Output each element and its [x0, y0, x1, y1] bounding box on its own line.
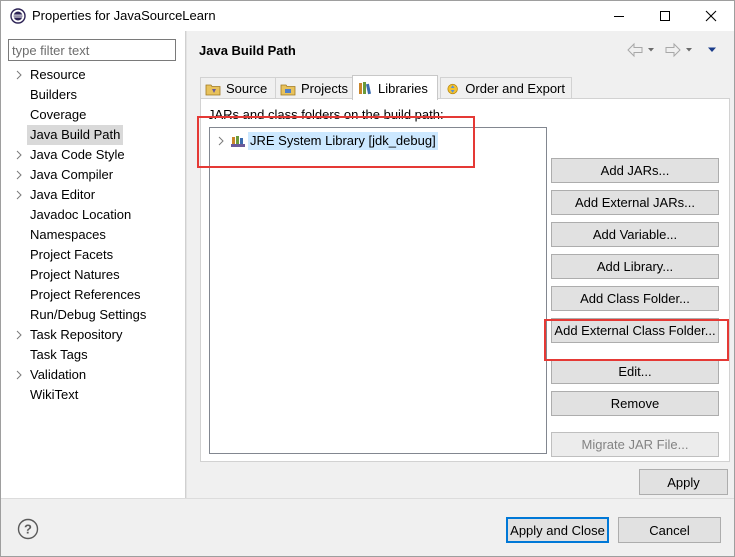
properties-dialog: Properties for JavaSourceLearn Resource … — [0, 0, 735, 557]
tree-item-label: Namespaces — [30, 227, 106, 242]
tab-label: Source — [226, 81, 268, 96]
window-title: Properties for JavaSourceLearn — [32, 8, 216, 23]
library-entry-label: JRE System Library [jdk_debug] — [248, 132, 438, 150]
tab-projects[interactable]: Projects — [275, 77, 355, 99]
tree-item-label: Coverage — [30, 107, 87, 122]
tree-item-label: Java Compiler — [30, 167, 114, 182]
cancel-button[interactable]: Cancel — [618, 517, 721, 543]
chevron-right-icon[interactable] — [216, 136, 226, 146]
tab-libraries[interactable]: Libraries — [352, 75, 438, 100]
libraries-tree[interactable]: JRE System Library [jdk_debug] — [209, 127, 547, 454]
tab-label: Libraries — [378, 80, 428, 96]
tab-source[interactable]: Source — [200, 77, 278, 99]
filter-input[interactable] — [8, 39, 176, 61]
projects-icon — [280, 84, 296, 95]
tab-label: Order and Export — [465, 81, 565, 96]
add-jars-button[interactable]: Add JARs... — [551, 158, 719, 183]
tree-item-java-compiler[interactable]: Java Compiler — [1, 165, 185, 185]
eclipse-app-icon — [10, 8, 26, 24]
history-navigation — [624, 41, 724, 59]
library-entry-row[interactable]: JRE System Library [jdk_debug] — [210, 131, 546, 151]
tree-item-run-debug-settings[interactable]: Run/Debug Settings — [1, 305, 185, 325]
tree-item-label: Project Facets — [30, 247, 114, 262]
chevron-right-icon[interactable] — [14, 190, 24, 200]
tree-item-label: Task Repository — [30, 327, 123, 342]
chevron-right-icon[interactable] — [14, 370, 24, 380]
bottom-separator — [1, 498, 734, 499]
chevron-right-icon[interactable] — [14, 70, 24, 80]
tree-item-label: Project References — [30, 287, 141, 302]
close-icon — [705, 10, 717, 22]
tree-item-wikitext[interactable]: WikiText — [1, 385, 185, 405]
page-title: Java Build Path — [199, 43, 296, 58]
remove-button[interactable]: Remove — [551, 391, 719, 416]
tree-item-project-facets[interactable]: Project Facets — [1, 245, 185, 265]
tree-item-coverage[interactable]: Coverage — [1, 105, 185, 125]
tree-item-java-code-style[interactable]: Java Code Style — [1, 145, 185, 165]
tree-item-project-references[interactable]: Project References — [1, 285, 185, 305]
svg-text:?: ? — [24, 522, 32, 537]
back-dropdown-icon[interactable] — [648, 48, 654, 52]
library-icon — [231, 136, 245, 147]
minimize-icon — [614, 16, 624, 17]
tree-item-label: Project Natures — [30, 267, 120, 282]
chevron-right-icon[interactable] — [14, 170, 24, 180]
forward-arrow-icon[interactable] — [665, 42, 681, 58]
add-external-jars-button[interactable]: Add External JARs... — [551, 190, 719, 215]
tree-item-task-repository[interactable]: Task Repository — [1, 325, 185, 345]
maximize-button[interactable] — [642, 1, 688, 31]
source-folder-icon — [205, 84, 221, 95]
apply-button[interactable]: Apply — [639, 469, 728, 495]
tab-label: Projects — [301, 81, 348, 96]
apply-and-close-button[interactable]: Apply and Close — [506, 517, 609, 543]
tree-item-label: Validation — [30, 367, 87, 382]
tree-item-javadoc-location[interactable]: Javadoc Location — [1, 205, 185, 225]
tree-item-label: Run/Debug Settings — [30, 307, 147, 322]
edit-button[interactable]: Edit... — [551, 359, 719, 384]
title-bar[interactable]: Properties for JavaSourceLearn — [1, 1, 734, 31]
close-button[interactable] — [688, 1, 734, 31]
tree-item-project-natures[interactable]: Project Natures — [1, 265, 185, 285]
forward-dropdown-icon[interactable] — [686, 48, 692, 52]
tree-item-label: Java Build Path — [27, 125, 124, 145]
migrate-jar-button[interactable]: Migrate JAR File... — [551, 432, 719, 457]
view-menu-icon[interactable] — [708, 47, 716, 53]
add-external-class-folder-button[interactable]: Add External Class Folder... — [551, 318, 719, 343]
add-variable-button[interactable]: Add Variable... — [551, 222, 719, 247]
tree-item-resource[interactable]: Resource — [1, 65, 185, 85]
chevron-right-icon[interactable] — [14, 330, 24, 340]
tree-item-label: Resource — [30, 67, 86, 82]
tree-item-namespaces[interactable]: Namespaces — [1, 225, 185, 245]
help-icon[interactable]: ? — [17, 518, 39, 540]
add-class-folder-button[interactable]: Add Class Folder... — [551, 286, 719, 311]
tree-item-label: Java Editor — [30, 187, 96, 202]
tab-order-and-export[interactable]: Order and Export — [440, 77, 572, 99]
tree-item-label: Builders — [30, 87, 77, 102]
tree-item-label: WikiText — [30, 387, 79, 402]
libraries-icon — [359, 82, 372, 95]
minimize-button[interactable] — [596, 1, 642, 31]
tree-item-label: Task Tags — [30, 347, 88, 362]
tree-item-builders[interactable]: Builders — [1, 85, 185, 105]
libraries-tab-panel: JARs and class folders on the build path… — [200, 98, 730, 462]
tree-item-task-tags[interactable]: Task Tags — [1, 345, 185, 365]
left-pane: Resource Builders Coverage Java Build Pa… — [1, 31, 185, 498]
tree-item-validation[interactable]: Validation — [1, 365, 185, 385]
tree-item-java-build-path[interactable]: Java Build Path — [1, 125, 185, 145]
chevron-right-icon[interactable] — [14, 150, 24, 160]
tree-item-java-editor[interactable]: Java Editor — [1, 185, 185, 205]
right-pane: Java Build Path Source Projects Librarie… — [187, 31, 734, 498]
tree-item-label: Java Code Style — [30, 147, 125, 162]
tab-bar: Source Projects Libraries Order and Expo… — [200, 75, 730, 100]
libraries-description: JARs and class folders on the build path… — [208, 107, 444, 122]
tree-item-label: Javadoc Location — [30, 207, 132, 222]
order-export-icon — [447, 83, 458, 94]
add-library-button[interactable]: Add Library... — [551, 254, 719, 279]
maximize-icon — [660, 11, 670, 21]
back-arrow-icon[interactable] — [627, 42, 643, 58]
